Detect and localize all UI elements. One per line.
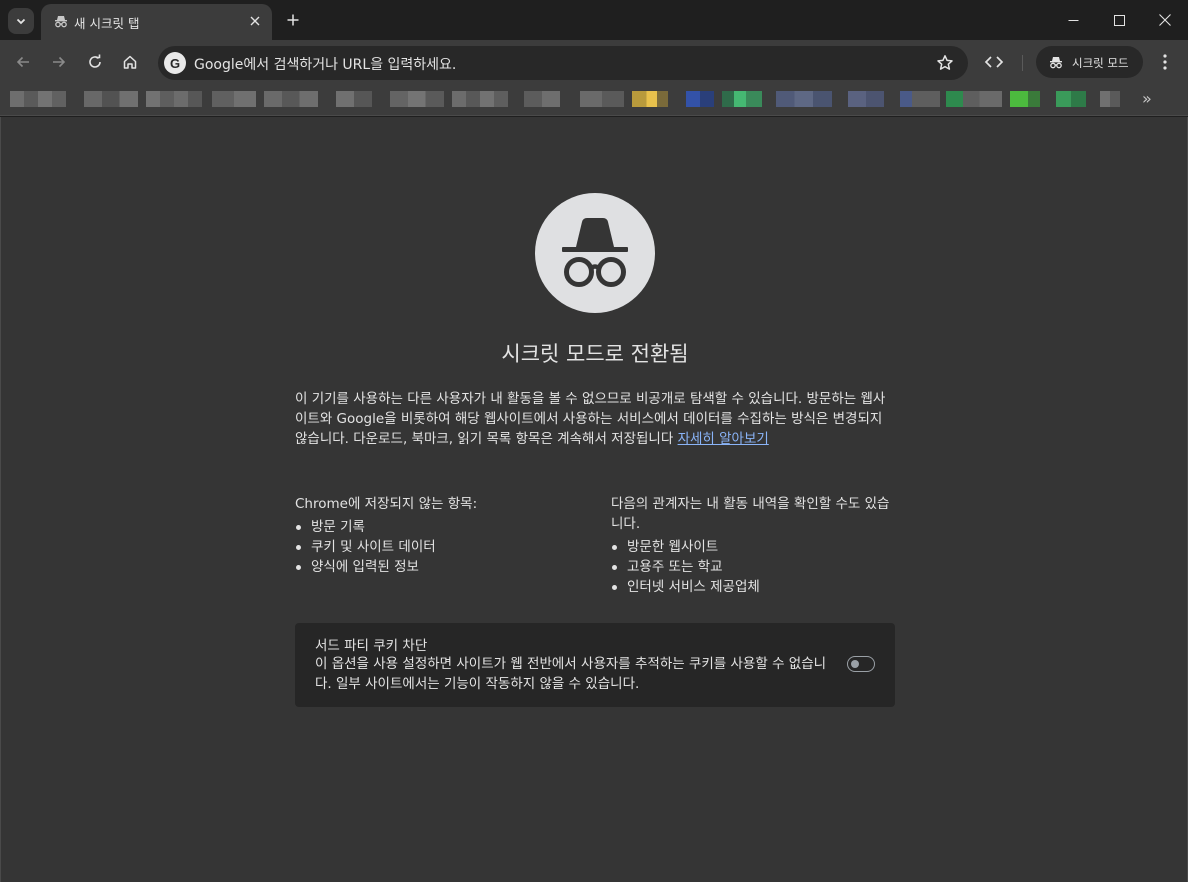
list-item: 방문 기록 (295, 517, 585, 537)
reload-button[interactable] (81, 48, 109, 76)
bookmark-item[interactable] (848, 91, 884, 107)
close-icon (250, 16, 260, 26)
address-bar[interactable]: G Google에서 검색하거나 URL을 입력하세요. (158, 46, 968, 80)
learn-more-link[interactable]: 자세히 알아보기 (678, 431, 769, 447)
incognito-icon (55, 16, 67, 28)
more-vert-icon (1163, 54, 1167, 70)
menu-button[interactable] (1156, 50, 1174, 74)
bookmark-item[interactable] (722, 91, 762, 107)
google-icon: G (164, 52, 186, 74)
bookmark-item[interactable] (10, 91, 66, 107)
incognito-page: 시크릿 모드로 전환됨 이 기기를 사용하는 다른 사용자가 내 활동을 볼 수… (0, 117, 1188, 882)
bookmark-item[interactable] (580, 91, 624, 107)
arrow-right-icon (53, 56, 66, 68)
bookmark-item[interactable] (452, 91, 508, 107)
bookmark-item[interactable] (686, 91, 714, 107)
bookmark-item[interactable] (390, 91, 444, 107)
bookmark-item[interactable] (146, 91, 202, 107)
list-item: 인터넷 서비스 제공업체 (611, 577, 901, 597)
third-party-cookie-panel: 서드 파티 쿠키 차단 이 옵션을 사용 설정하면 사이트가 웹 전반에서 사용… (295, 623, 895, 707)
cookie-panel-description: 이 옵션을 사용 설정하면 사이트가 웹 전반에서 사용자를 추적하는 쿠키를 … (315, 656, 827, 692)
not-saved-section: Chrome에 저장되지 않는 항목: 방문 기록 쿠키 및 사이트 데이터 양… (295, 494, 585, 577)
close-window-button[interactable] (1142, 0, 1188, 40)
bookmark-item[interactable] (1010, 91, 1040, 107)
home-button[interactable] (116, 48, 144, 76)
title-bar: 새 시크릿 탭 (0, 0, 1188, 40)
star-icon[interactable] (936, 54, 954, 72)
bookmark-item[interactable] (946, 91, 1002, 107)
visible-to-list: 방문한 웹사이트 고용주 또는 학교 인터넷 서비스 제공업체 (611, 537, 901, 597)
block-cookies-toggle[interactable] (847, 656, 875, 672)
forward-button[interactable] (45, 48, 73, 76)
plus-icon (287, 14, 299, 26)
tab-incognito[interactable]: 새 시크릿 탭 (41, 4, 272, 40)
incognito-description: 이 기기를 사용하는 다른 사용자가 내 활동을 볼 수 없으므로 비공개로 탐… (295, 389, 895, 449)
bookmark-item[interactable] (776, 91, 832, 107)
tab-search-button[interactable] (8, 8, 34, 34)
incognito-hero-icon (535, 193, 655, 313)
address-bar-placeholder: Google에서 검색하거나 URL을 입력하세요. (194, 57, 457, 73)
maximize-icon (1113, 14, 1125, 26)
not-saved-list: 방문 기록 쿠키 및 사이트 데이터 양식에 입력된 정보 (295, 517, 585, 577)
bookmarks-bar: » (0, 84, 1188, 116)
bookmark-item[interactable] (84, 91, 138, 107)
list-item: 고용주 또는 학교 (611, 557, 901, 577)
bookmark-item[interactable] (632, 91, 668, 107)
back-button[interactable] (9, 48, 37, 76)
minimize-button[interactable] (1050, 0, 1096, 40)
maximize-button[interactable] (1096, 0, 1142, 40)
toolbar: G Google에서 검색하거나 URL을 입력하세요. 시크릿 모드 (0, 40, 1188, 84)
bookmark-item[interactable] (900, 91, 940, 107)
list-item: 방문한 웹사이트 (611, 537, 901, 557)
code-icon[interactable] (982, 50, 1006, 74)
incognito-mode-label: 시크릿 모드 (1072, 56, 1129, 70)
visible-to-heading: 다음의 관계자는 내 활동 내역을 확인할 수도 있습니다. (611, 496, 890, 532)
bookmark-item[interactable] (1056, 91, 1086, 107)
visible-to-section: 다음의 관계자는 내 활동 내역을 확인할 수도 있습니다. 방문한 웹사이트 … (611, 494, 901, 597)
toolbar-divider (1022, 55, 1023, 71)
arrow-left-icon (16, 56, 29, 68)
minimize-icon (1068, 19, 1078, 21)
new-tab-button[interactable] (282, 9, 304, 31)
tab-title: 새 시크릿 탭 (74, 16, 140, 31)
bookmark-item[interactable] (264, 91, 318, 107)
description-text: 이 기기를 사용하는 다른 사용자가 내 활동을 볼 수 없으므로 비공개로 탐… (295, 391, 886, 447)
incognito-icon (562, 218, 628, 287)
chevron-down-icon (16, 18, 26, 25)
incognito-icon (1050, 57, 1062, 69)
bookmark-item[interactable] (524, 91, 560, 107)
list-item: 쿠키 및 사이트 데이터 (295, 537, 585, 557)
reload-icon (89, 54, 101, 68)
page-title: 시크릿 모드로 전환됨 (501, 342, 689, 366)
close-tab-button[interactable] (246, 12, 264, 30)
bookmark-item[interactable] (212, 91, 256, 107)
bookmark-item[interactable] (1100, 91, 1120, 107)
close-icon (1159, 14, 1171, 26)
not-saved-heading: Chrome에 저장되지 않는 항목: (295, 496, 478, 512)
bookmarks-overflow-button[interactable]: » (1142, 89, 1152, 108)
toggle-knob (851, 660, 859, 668)
list-item: 양식에 입력된 정보 (295, 557, 585, 577)
bookmark-item[interactable] (336, 91, 372, 107)
cookie-panel-title: 서드 파티 쿠키 차단 (315, 638, 428, 654)
incognito-mode-button[interactable]: 시크릿 모드 (1036, 46, 1143, 78)
home-icon (123, 55, 137, 69)
